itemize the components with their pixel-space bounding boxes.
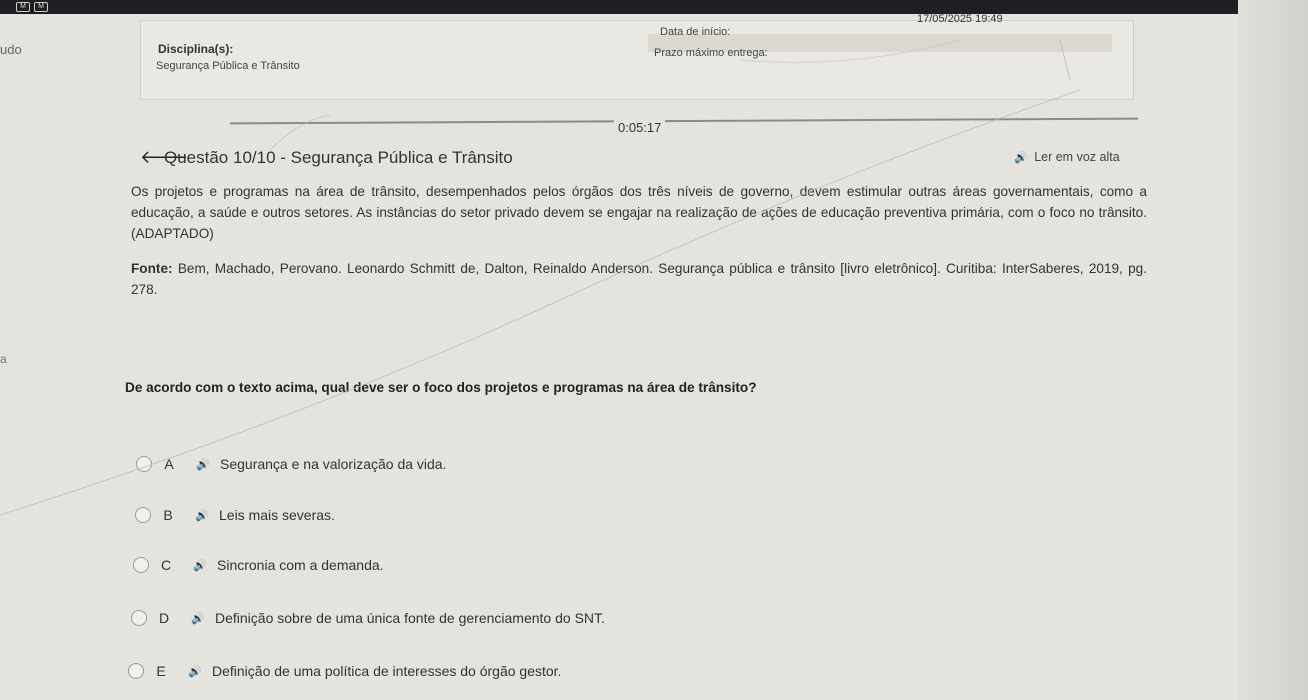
left-edge-text: udo	[0, 42, 22, 57]
top-bar: M M	[0, 0, 1308, 14]
speaker-icon[interactable]: 🔊	[181, 612, 215, 625]
radio-e[interactable]	[128, 663, 144, 679]
discipline-value: Segurança Pública e Trânsito	[156, 60, 300, 72]
option-letter: E	[156, 663, 166, 679]
speaker-icon[interactable]: 🔊	[185, 509, 219, 522]
window-icon[interactable]: M	[16, 2, 30, 12]
option-a[interactable]: A 🔊 Segurança e na valorização da vida.	[136, 452, 446, 476]
source-text: Fonte: Bem, Machado, Perovano. Leonardo …	[131, 258, 1147, 300]
radio-a[interactable]	[136, 456, 152, 472]
source-body: Bem, Machado, Perovano. Leonardo Schmitt…	[131, 261, 1148, 297]
radio-c[interactable]	[133, 557, 149, 573]
source-label: Fonte:	[131, 261, 173, 276]
read-aloud-label: Ler em voz alta	[1034, 150, 1120, 164]
option-letter: A	[164, 456, 174, 472]
option-text: Definição de uma política de interesses …	[212, 663, 562, 679]
option-e[interactable]: E 🔊 Definição de uma política de interes…	[128, 659, 561, 683]
option-d[interactable]: D 🔊 Definição sobre de uma única fonte d…	[131, 606, 605, 630]
left-edge-text-2: a	[0, 352, 7, 366]
option-b[interactable]: B 🔊 Leis mais severas.	[135, 503, 335, 527]
option-text: Segurança e na valorização da vida.	[220, 456, 447, 472]
option-text: Sincronia com a demanda.	[217, 557, 384, 573]
option-text: Leis mais severas.	[219, 507, 335, 523]
option-letter: C	[160, 557, 172, 573]
start-date-value: 17/05/2025 19:49	[917, 13, 1003, 25]
radio-d[interactable]	[131, 610, 147, 626]
deadline-label: Prazo máximo entrega:	[654, 47, 768, 59]
right-edge	[1238, 0, 1308, 700]
question-title: Questão 10/10 - Segurança Pública e Trân…	[164, 148, 513, 167]
option-letter: D	[158, 610, 170, 626]
mail-icon[interactable]: M	[34, 2, 48, 12]
speaker-icon[interactable]: 🔊	[186, 458, 220, 471]
option-c[interactable]: C 🔊 Sincronia com a demanda.	[133, 553, 384, 577]
timer-divider	[230, 117, 1138, 125]
speaker-icon: 🔊	[1014, 152, 1028, 164]
radio-b[interactable]	[135, 507, 151, 523]
screen-scratch-marks	[0, 39, 1081, 516]
option-text: Definição sobre de uma única fonte de ge…	[215, 610, 605, 626]
option-letter: B	[163, 507, 173, 523]
question-prompt: De acordo com o texto acima, qual deve s…	[125, 380, 757, 395]
discipline-label: Disciplina(s):	[158, 42, 234, 56]
read-aloud-button[interactable]: 🔊 Ler em voz alta	[1014, 150, 1120, 164]
speaker-icon[interactable]: 🔊	[183, 559, 217, 572]
start-date-label: Data de início:	[660, 26, 731, 38]
timer: 0:05:17	[614, 120, 666, 135]
question-text: Os projetos e programas na área de trâns…	[131, 184, 1147, 241]
speaker-icon[interactable]: 🔊	[178, 665, 212, 678]
